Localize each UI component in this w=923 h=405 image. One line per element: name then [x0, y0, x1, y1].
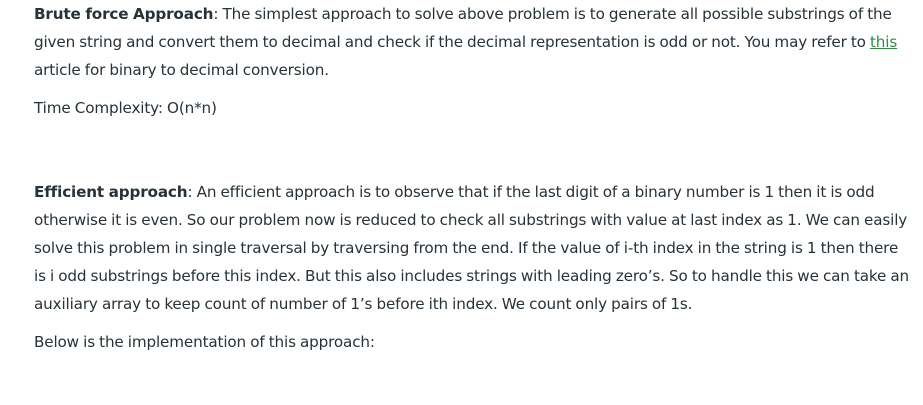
brute-force-heading: Brute force Approach	[34, 5, 214, 23]
efficient-approach-text: : An efficient approach is to observe th…	[34, 183, 910, 313]
implementation-intro-text: Below is the implementation of this appr…	[34, 333, 375, 351]
efficient-approach-paragraph: Efficient approach: An efficient approac…	[34, 178, 914, 318]
brute-force-text-end: article for binary to decimal conversion…	[34, 61, 329, 79]
article-body: Brute force Approach: The simplest appro…	[34, 0, 914, 356]
efficient-approach-heading: Efficient approach	[34, 183, 188, 201]
binary-to-decimal-link[interactable]: this	[870, 33, 897, 51]
brute-force-paragraph: Brute force Approach: The simplest appro…	[34, 0, 914, 84]
time-complexity-text: Time Complexity: O(n*n)	[34, 99, 217, 117]
